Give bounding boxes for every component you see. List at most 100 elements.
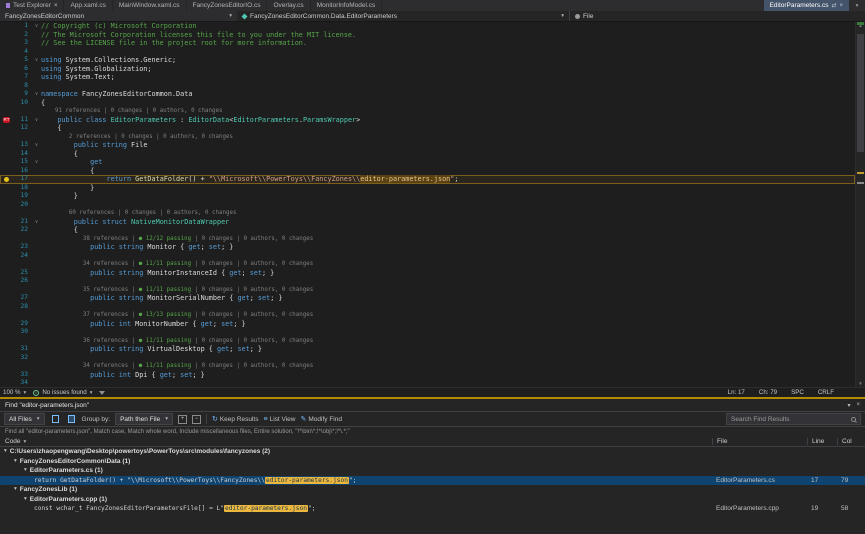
list-view-toggle[interactable]: ≡ List View — [264, 416, 296, 423]
editor-line[interactable]: 22 { — [0, 226, 855, 235]
codelens-row[interactable]: 60 references | 0 changes | 0 authors, 0… — [0, 209, 855, 218]
margin-badge[interactable]: RT — [3, 117, 11, 123]
document-health[interactable]: ✓ No issues found ▾ — [33, 389, 92, 396]
find-result-match[interactable]: return GetDataFolder() + "\\Microsoft\\P… — [0, 476, 865, 486]
chevron-down-icon[interactable]: ▾ — [847, 402, 850, 409]
close-icon[interactable]: × — [839, 3, 843, 9]
expander-icon[interactable]: ▾ — [24, 466, 27, 476]
codelens-row[interactable]: 34 references | ● 11/11 passing | 0 chan… — [0, 362, 855, 371]
whitespace-indicator[interactable]: SPC — [791, 389, 804, 396]
editor-line[interactable]: 15∨ get — [0, 158, 855, 167]
lightbulb-icon[interactable] — [4, 177, 9, 182]
editor-line[interactable]: 10{ — [0, 99, 855, 108]
tab-overlay-cs[interactable]: Overlay.cs — [267, 0, 310, 11]
editor-line[interactable]: 29 public int MonitorNumber { get; set; … — [0, 320, 855, 329]
expand-all-icon[interactable]: + — [178, 415, 187, 424]
codelens-row[interactable]: 34 references | ● 11/11 passing | 0 chan… — [0, 260, 855, 269]
tab-editorparameters-cs[interactable]: EditorParameters.cs ⇄ × — [764, 0, 849, 11]
tab-app-xaml-cs[interactable]: App.xaml.cs — [64, 0, 112, 11]
codelens-row[interactable]: 37 references | ● 13/13 passing | 0 chan… — [0, 311, 855, 320]
editor-scrollbar[interactable]: ▲ ▼ — [855, 22, 865, 387]
editor-line[interactable]: 1∨// Copyright (c) Microsoft Corporation — [0, 22, 855, 31]
expander-icon[interactable]: ▾ — [24, 495, 27, 505]
fold-icon[interactable]: ∨ — [32, 56, 41, 65]
editor-line[interactable]: 9∨namespace FancyZonesEditorCommon.Data — [0, 90, 855, 99]
editor-line[interactable]: 12 { — [0, 124, 855, 133]
modify-find-button[interactable]: ✎ Modify Find — [301, 415, 342, 423]
group-by-dropdown[interactable]: Path then File ▾ — [115, 413, 173, 425]
fold-icon[interactable]: ∨ — [32, 116, 41, 125]
find-result-folder[interactable]: ▾C:\Users\zhaopengwang\Desktop\powertoys… — [0, 447, 865, 457]
editor-line[interactable]: 2// The Microsoft Corporation licenses t… — [0, 31, 855, 40]
editor-line[interactable]: 26 — [0, 277, 855, 286]
editor-line[interactable]: 6using System.Globalization; — [0, 65, 855, 74]
fold-icon[interactable]: ∨ — [32, 218, 41, 227]
find-document-icon[interactable] — [66, 414, 77, 425]
editor-line[interactable]: 32 — [0, 354, 855, 363]
fold-icon[interactable]: ∨ — [32, 90, 41, 99]
close-icon[interactable]: × — [54, 3, 58, 9]
scope-dropdown[interactable]: All Files ▾ — [4, 413, 45, 425]
close-icon[interactable]: × — [856, 402, 860, 409]
scrollbar-thumb[interactable] — [857, 34, 864, 152]
editor-line[interactable]: RT11∨ public class EditorParameters : Ed… — [0, 116, 855, 125]
filter-icon[interactable] — [99, 391, 105, 395]
editor-line[interactable]: 34 — [0, 379, 855, 387]
editor-line[interactable]: 19 } — [0, 192, 855, 201]
column-code[interactable]: Code ▾ — [0, 438, 712, 445]
codelens-row[interactable]: 35 references | ● 11/11 passing | 0 chan… — [0, 286, 855, 295]
editor-line[interactable]: 7using System.Text; — [0, 73, 855, 82]
expander-icon[interactable]: ▾ — [14, 457, 17, 467]
find-result-folder[interactable]: ▾FancyZonesEditorCommon\Data (1) — [0, 457, 865, 467]
find-result-file[interactable]: ▾EditorParameters.cs (1) — [0, 466, 865, 476]
column-line[interactable]: Line — [807, 438, 837, 445]
expander-icon[interactable]: ▾ — [4, 447, 7, 457]
editor-line[interactable]: 33 public int Dpi { get; set; } — [0, 371, 855, 380]
keep-results-toggle[interactable]: ↻ Keep Results — [212, 415, 259, 423]
codelens-row[interactable]: 38 references | ● 12/12 passing | 0 chan… — [0, 235, 855, 244]
editor-line[interactable]: 14 { — [0, 150, 855, 159]
editor-line[interactable]: 8 — [0, 82, 855, 91]
editor-line[interactable]: 20 — [0, 201, 855, 210]
find-result-file[interactable]: ▾EditorParameters.cpp (1) — [0, 495, 865, 505]
zoom-dropdown[interactable]: 100 % ▾ — [3, 389, 26, 396]
editor-line[interactable]: 18 } — [0, 184, 855, 193]
find-result-match[interactable]: const wchar_t FancyZonesEditorParameters… — [0, 504, 865, 514]
project-dropdown[interactable]: FancyZonesEditorCommon ▾ — [0, 11, 237, 21]
compare-icon[interactable]: ⇄ — [831, 2, 836, 9]
find-in-files-icon[interactable] — [50, 414, 61, 425]
editor-line[interactable]: 17 return GetDataFolder() + "\\Microsoft… — [0, 175, 855, 184]
find-result-folder[interactable]: ▾FancyZonesLib (1) — [0, 485, 865, 495]
editor-line[interactable]: 25 public string MonitorInstanceId { get… — [0, 269, 855, 278]
column-indicator[interactable]: Ch: 79 — [759, 389, 777, 396]
search-find-results-input[interactable]: Search Find Results — [726, 413, 861, 425]
tab-test-explorer[interactable]: Test Explorer× — [0, 0, 64, 11]
editor-line[interactable]: 28 — [0, 303, 855, 312]
member-dropdown[interactable]: File — [569, 11, 865, 21]
editor-line[interactable]: 21∨ public struct NativeMonitorDataWrapp… — [0, 218, 855, 227]
fold-icon[interactable]: ∨ — [32, 141, 41, 150]
type-dropdown[interactable]: FancyZonesEditorCommon.Data.EditorParame… — [237, 11, 569, 21]
editor-line[interactable]: 5∨using System.Collections.Generic; — [0, 56, 855, 65]
column-col[interactable]: Col — [837, 438, 865, 445]
editor-line[interactable]: 3// See the LICENSE file in the project … — [0, 39, 855, 48]
tab-monitorinfomodel-cs[interactable]: MonitorInfoModel.cs — [311, 0, 383, 11]
fold-icon[interactable]: ∨ — [32, 22, 41, 31]
column-file[interactable]: File — [712, 438, 807, 445]
tab-list-chevron-icon[interactable]: ▾ — [849, 0, 865, 11]
codelens-row[interactable]: 36 references | ● 11/11 passing | 0 chan… — [0, 337, 855, 346]
tab-fancyzoneseditorio-cs[interactable]: FancyZonesEditorIO.cs — [187, 0, 268, 11]
line-indicator[interactable]: Ln: 17 — [728, 389, 745, 396]
editor-line[interactable]: 31 public string VirtualDesktop { get; s… — [0, 345, 855, 354]
fold-icon[interactable]: ∨ — [32, 158, 41, 167]
editor-line[interactable]: 4 — [0, 48, 855, 57]
editor-line[interactable]: 13∨ public string File — [0, 141, 855, 150]
find-panel-header[interactable]: Find "editor-parameters.json" ▾ × — [0, 399, 865, 411]
code-editor[interactable]: 1∨// Copyright (c) Microsoft Corporation… — [0, 22, 865, 387]
collapse-all-icon[interactable]: − — [192, 415, 201, 424]
codelens-row[interactable]: 91 references | 0 changes | 0 authors, 0… — [0, 107, 855, 116]
eol-indicator[interactable]: CRLF — [818, 389, 834, 396]
scroll-down-icon[interactable]: ▼ — [856, 380, 865, 387]
editor-line[interactable]: 30 — [0, 328, 855, 337]
tab-mainwindow-xaml-cs[interactable]: MainWindow.xaml.cs — [113, 0, 187, 11]
